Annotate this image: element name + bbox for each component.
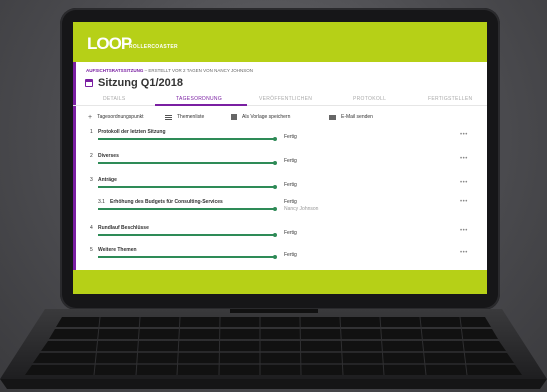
app-logo-subtitle: ROLLERCOASTER (129, 44, 178, 50)
title-row: Sitzung Q1/2018 (85, 76, 183, 90)
agenda-progress (98, 254, 277, 258)
agenda-row[interactable]: 5 Weitere Themen Fertig ••• (73, 247, 487, 265)
send-email-button[interactable]: E-Mail senden (329, 114, 373, 120)
more-options-icon[interactable]: ••• (460, 250, 468, 256)
agenda-status: Fertig (284, 134, 297, 140)
agenda-progress (98, 232, 277, 236)
tab-tagesordnung[interactable]: TAGESORDNUNG (176, 96, 222, 102)
tab-bar: DETAILS TAGESORDNUNG VERÖFFENTLICHEN PRO… (73, 93, 487, 106)
save-template-button[interactable]: Als Vorlage speichern (231, 114, 290, 120)
more-options-icon[interactable]: ••• (460, 228, 468, 234)
agenda-number: 4 (90, 225, 93, 231)
agenda-status: Fertig (284, 252, 297, 258)
meeting-content: AUFSICHTSRATSSITZUNG – ERSTELLT VOR 2 TA… (73, 62, 487, 270)
plus-icon: + (88, 113, 93, 121)
agenda-title[interactable]: Diverses (98, 153, 119, 159)
agenda-row[interactable]: 4 Rundlauf Beschlüsse Fertig ••• (73, 225, 487, 243)
agenda-status: Fertig (284, 199, 297, 205)
add-agenda-item-button[interactable]: + Tagesordnungspunkt (88, 113, 144, 121)
agenda-progress (98, 206, 277, 210)
save-icon (231, 114, 237, 120)
topic-list-button[interactable]: Themenliste (165, 114, 204, 120)
save-template-label: Als Vorlage speichern (242, 114, 291, 120)
tab-protokoll[interactable]: PROTOKOLL (353, 96, 386, 102)
laptop-screen: LOOP ROLLERCOASTER AUFSICHTSRATSSITZUNG … (73, 22, 487, 294)
send-email-label: E-Mail senden (341, 114, 373, 120)
agenda-number: 1 (90, 129, 93, 135)
app-logo[interactable]: LOOP (87, 34, 132, 54)
agenda-title[interactable]: Erhöhung des Budgets für Consulting-Serv… (110, 199, 223, 205)
agenda-progress (98, 136, 277, 140)
tab-veroeffentlichen[interactable]: VERÖFFENTLICHEN (259, 96, 312, 102)
calendar-icon (85, 79, 93, 87)
topic-list-label: Themenliste (177, 114, 205, 120)
more-options-icon[interactable]: ••• (460, 156, 468, 162)
agenda-status: Fertig (284, 230, 297, 236)
more-options-icon[interactable]: ••• (460, 199, 468, 205)
mail-icon (329, 114, 336, 120)
app-header: LOOP ROLLERCOASTER (73, 22, 487, 62)
agenda-number: 3 (90, 177, 93, 183)
agenda-status: Fertig (284, 182, 297, 188)
tab-fertigstellen[interactable]: FERTIGSTELLEN (428, 96, 472, 102)
agenda-number: 5 (90, 247, 93, 253)
agenda-progress (98, 160, 277, 164)
page-title: Sitzung Q1/2018 (98, 77, 183, 89)
agenda-progress (98, 184, 277, 188)
meeting-created: – ERSTELLT VOR 2 TAGEN VON NANCY JOHNSON (143, 68, 254, 73)
meeting-meta: AUFSICHTSRATSSITZUNG – ERSTELLT VOR 2 TA… (86, 68, 253, 73)
meeting-type: AUFSICHTSRATSSITZUNG (86, 68, 144, 73)
app-footer (73, 270, 487, 294)
more-options-icon[interactable]: ••• (460, 132, 468, 138)
list-icon (165, 114, 172, 120)
agenda-assignee: Nancy Johnson (284, 206, 319, 212)
agenda-row[interactable]: 1 Protokoll der letzten Sitzung Fertig •… (73, 129, 487, 147)
laptop-keyboard-base (0, 309, 547, 389)
agenda-number: 2 (90, 153, 93, 159)
agenda-title[interactable]: Rundlauf Beschlüsse (98, 225, 149, 231)
tab-details[interactable]: DETAILS (103, 96, 126, 102)
agenda-toolbar: + Tagesordnungspunkt Themenliste Als Vor… (73, 112, 487, 124)
agenda-row[interactable]: 3.1 Erhöhung des Budgets für Consulting-… (73, 199, 487, 221)
agenda-title[interactable]: Anträge (98, 177, 117, 183)
agenda-row[interactable]: 3 Anträge Fertig ••• (73, 177, 487, 195)
add-agenda-item-label: Tagesordnungspunkt (97, 114, 144, 120)
agenda-number: 3.1 (98, 199, 105, 205)
agenda-row[interactable]: 2 Diverses Fertig ••• (73, 153, 487, 171)
active-tab-indicator (155, 104, 247, 106)
more-options-icon[interactable]: ••• (460, 180, 468, 186)
agenda-status: Fertig (284, 158, 297, 164)
agenda-title[interactable]: Protokoll der letzten Sitzung (98, 129, 166, 135)
agenda-title[interactable]: Weitere Themen (98, 247, 137, 253)
